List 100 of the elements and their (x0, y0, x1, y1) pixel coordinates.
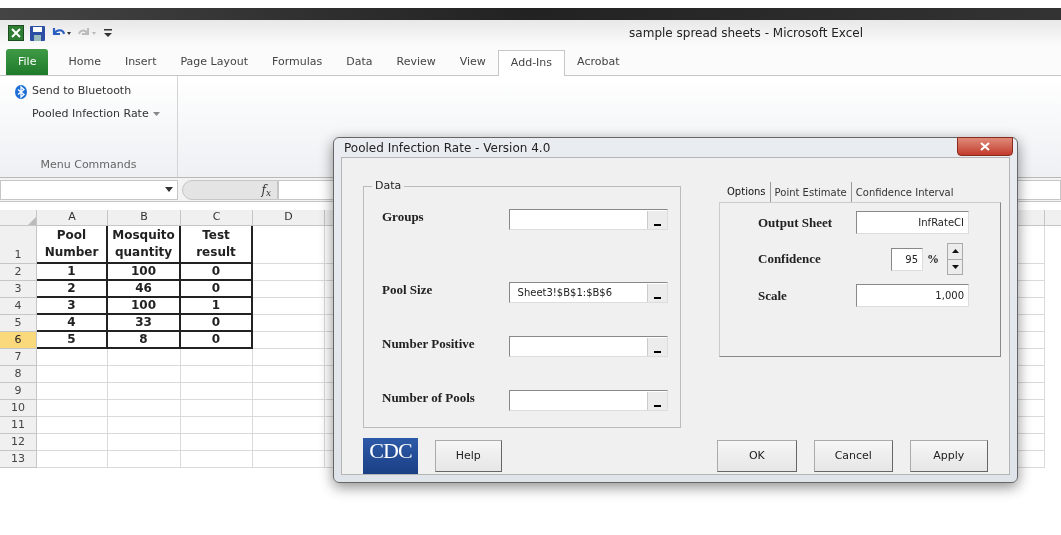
range-field[interactable] (508, 336, 668, 357)
table-cell (181, 349, 253, 366)
collapse-button[interactable] (647, 391, 667, 410)
row-header[interactable]: 11 (0, 417, 37, 434)
column-header[interactable]: A (37, 210, 108, 225)
dialog-title: Pooled Infection Rate - Version 4.0 (344, 139, 551, 157)
unit-label: % (927, 251, 940, 268)
ribbon-tab[interactable]: Review (384, 49, 448, 75)
confidence-field[interactable]: 95 (891, 247, 923, 271)
column-header[interactable]: C (181, 210, 253, 225)
ribbon-tab[interactable]: Add-Ins (497, 50, 566, 76)
ribbon-tab[interactable]: Data (334, 49, 385, 75)
row-header[interactable]: 3 (0, 281, 37, 298)
table-cell (181, 383, 253, 400)
table-cell (37, 451, 108, 468)
table-cell: 5 (67, 331, 76, 348)
window-title: sample spread sheets - Microsoft Excel (629, 25, 863, 42)
dialog-tab[interactable]: Confidence Interval (850, 182, 958, 202)
table-cell: 33 (135, 314, 152, 331)
dialog-tab[interactable]: Point Estimate (769, 182, 851, 202)
output-sheet-field[interactable]: InfRateCI (856, 211, 969, 234)
dialog-button[interactable]: Apply (909, 440, 988, 472)
table-cell-text: Test result (195, 227, 237, 261)
field-label: Number of Pools (382, 390, 476, 406)
customize-icon[interactable] (103, 26, 113, 40)
field-label: Output Sheet (758, 213, 834, 232)
column-header[interactable]: B (108, 210, 181, 225)
table-cell: 0 (211, 263, 221, 280)
ribbon-tab[interactable]: Page Layout (168, 49, 260, 75)
close-button[interactable] (957, 137, 1013, 156)
row-header[interactable]: 12 (0, 434, 37, 451)
ribbon-tab[interactable]: Insert (112, 49, 169, 75)
function-label[interactable]: f$_{x}$ (261, 180, 271, 199)
dropdown-menu-button[interactable]: Pooled Infection Rate (14, 103, 160, 126)
field-label: Groups (382, 209, 425, 225)
row-header[interactable]: 13 (0, 451, 37, 468)
close-icon (980, 142, 990, 151)
range-field[interactable] (508, 390, 668, 411)
field-value: Sheet3!$B$1:$B$6 (517, 287, 613, 298)
group-label: Menu Commands (40, 156, 137, 173)
row-header[interactable]: 2 (0, 264, 37, 281)
table-cell (37, 383, 108, 400)
collapse-button[interactable] (647, 210, 667, 229)
table-cell (37, 417, 108, 434)
table-cell (37, 349, 108, 366)
table-cell: 4 (67, 314, 76, 331)
table-cell: 3 (67, 297, 76, 314)
up-arrow-icon (951, 249, 959, 254)
collapse-button[interactable] (647, 283, 667, 302)
row-header[interactable]: 5 (0, 315, 37, 332)
field-label: Number Positive (382, 336, 476, 352)
row-header[interactable]: 8 (0, 366, 37, 383)
save-icon[interactable] (30, 25, 45, 41)
table-cell: 100 (130, 297, 157, 314)
collapse-button[interactable] (647, 337, 667, 356)
field-label: Scale (758, 286, 788, 305)
ribbon-tab[interactable]: Formulas (260, 49, 335, 75)
table-cell: 0 (211, 331, 221, 348)
range-field[interactable] (508, 209, 668, 230)
table-cell (181, 434, 253, 451)
excel-icon[interactable] (8, 25, 24, 41)
ribbon-tab[interactable]: Acrobat (565, 49, 632, 75)
down-arrow-icon (951, 264, 959, 269)
ribbon-tab[interactable]: Home (56, 49, 113, 75)
table-cell (37, 400, 108, 417)
dialog-button[interactable]: OK (716, 440, 798, 472)
field-label: Pool Size (382, 282, 434, 298)
ribbon-tab[interactable]: View (447, 49, 498, 75)
ribbon-button[interactable]: Send to Bluetooth (14, 80, 132, 103)
table-cell: 100 (130, 263, 157, 280)
table-cell: 0 (211, 314, 221, 331)
table-cell (181, 417, 253, 434)
row-header[interactable]: 6 (0, 332, 37, 349)
table-cell (37, 434, 108, 451)
spin-button[interactable] (947, 243, 963, 275)
row-header[interactable]: 1 (0, 226, 37, 264)
table-cell (181, 451, 253, 468)
table-cell-text: Mosquito quantity (111, 227, 176, 261)
field-label: Confidence (758, 250, 822, 269)
dialog-button[interactable]: Cancel (814, 440, 893, 472)
dialog-button[interactable]: Help (434, 440, 502, 472)
caret-icon (152, 112, 160, 117)
file-tab[interactable]: File (6, 49, 49, 75)
table-cell: 8 (139, 331, 148, 348)
table-cell: 2 (67, 280, 76, 297)
table-cell (37, 366, 108, 383)
table-cell: 46 (135, 280, 152, 297)
range-field[interactable]: Sheet3!$B$1:$B$6 (508, 282, 668, 303)
table-cell: 0 (211, 280, 221, 297)
scale-field[interactable]: 1,000 (856, 284, 969, 307)
table-cell: 1 (211, 297, 221, 314)
bluetooth-icon (14, 84, 28, 99)
column-header[interactable]: D (253, 210, 325, 225)
table-cell-text: Pool Number (43, 227, 100, 261)
row-header[interactable]: 7 (0, 349, 37, 366)
caret-icon (165, 187, 173, 192)
row-header[interactable]: 9 (0, 383, 37, 400)
row-header[interactable]: 10 (0, 400, 37, 417)
row-header[interactable]: 4 (0, 298, 37, 315)
logo-text: CDC (369, 438, 412, 464)
